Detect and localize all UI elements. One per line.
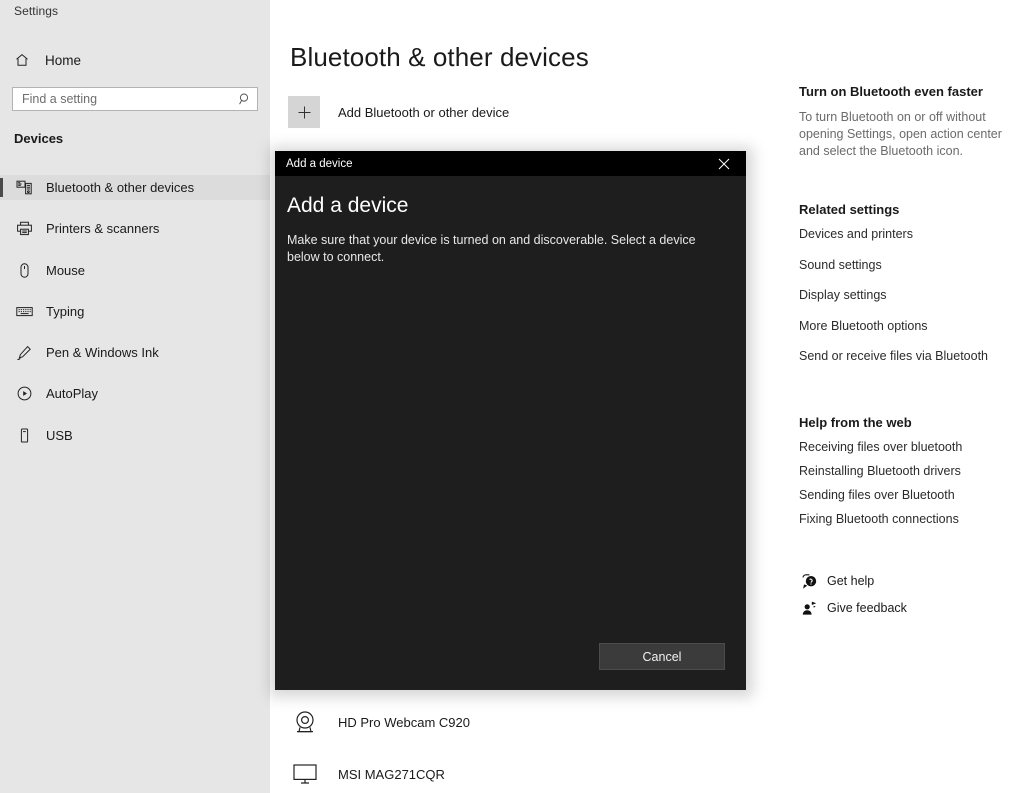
list-item[interactable]: MSI MAG271CQR (288, 752, 768, 793)
right-panel: Turn on Bluetooth even faster To turn Bl… (790, 0, 1024, 793)
search-icon (233, 92, 257, 106)
search-box[interactable] (12, 87, 258, 111)
plus-icon (288, 96, 320, 128)
dialog-heading: Add a device (287, 194, 409, 217)
device-list: HD Pro Webcam C920 MSI MAG271CQR (288, 700, 768, 793)
home-icon (14, 51, 36, 69)
help-link-reinstalling-drivers[interactable]: Reinstalling Bluetooth drivers (799, 464, 1024, 478)
keyboard-icon (14, 301, 34, 321)
sidebar-item-label: Printers & scanners (46, 221, 160, 237)
get-help-label: Get help (827, 574, 875, 588)
search-input[interactable] (13, 92, 233, 106)
sidebar-item-mouse[interactable]: Mouse (0, 258, 270, 283)
dialog-titlebar: Add a device (275, 151, 746, 176)
sidebar-item-label: Bluetooth & other devices (46, 180, 195, 195)
related-link-more-bluetooth-options[interactable]: More Bluetooth options (799, 319, 1024, 333)
related-link-display-settings[interactable]: Display settings (799, 288, 1024, 302)
sidebar-item-bluetooth-other-devices[interactable]: Bluetooth & other devices (0, 175, 270, 200)
device-name: MSI MAG271CQR (338, 766, 445, 782)
help-from-web-block: Help from the web Receiving files over b… (799, 415, 1024, 536)
sidebar-section-header: Devices (14, 131, 64, 146)
autoplay-icon (14, 384, 34, 404)
sidebar-item-printers-scanners[interactable]: Printers & scanners (0, 216, 270, 241)
sidebar-item-autoplay[interactable]: AutoPlay (0, 381, 270, 406)
related-settings-block: Related settings Devices and printers So… (799, 202, 1024, 380)
dialog-close-button[interactable] (702, 151, 746, 176)
sidebar-item-label: AutoPlay (46, 386, 99, 402)
related-settings-heading: Related settings (799, 202, 900, 217)
list-item[interactable]: HD Pro Webcam C920 (288, 700, 768, 744)
add-device-label: Add Bluetooth or other device (338, 104, 510, 120)
usb-icon (14, 425, 34, 445)
dialog-description: Make sure that your device is turned on … (287, 233, 696, 264)
bluetooth-tip-block: Turn on Bluetooth even faster To turn Bl… (799, 84, 1019, 159)
tip-body: To turn Bluetooth on or off without open… (799, 110, 1002, 158)
get-help-icon (799, 571, 819, 591)
give-feedback-button[interactable]: Give feedback (799, 595, 1024, 621)
help-link-sending-files[interactable]: Sending files over Bluetooth (799, 488, 1024, 502)
add-a-device-dialog: Add a device Add a device Make sure that… (275, 151, 746, 690)
tip-heading: Turn on Bluetooth even faster (799, 84, 983, 99)
help-heading: Help from the web (799, 415, 912, 430)
pen-icon (14, 343, 34, 363)
mouse-icon (14, 260, 34, 280)
related-link-sound-settings[interactable]: Sound settings (799, 258, 1024, 272)
dialog-titlebar-label: Add a device (286, 157, 353, 170)
give-feedback-label: Give feedback (827, 601, 907, 615)
add-bluetooth-or-other-device-button[interactable]: Add Bluetooth or other device (288, 96, 509, 128)
cancel-button[interactable]: Cancel (599, 643, 725, 670)
get-help-button[interactable]: Get help (799, 568, 1024, 594)
sidebar-item-usb[interactable]: USB (0, 423, 270, 448)
sidebar-item-label: Mouse (46, 262, 86, 278)
sidebar-item-typing[interactable]: Typing (0, 299, 270, 324)
help-link-fixing-connections[interactable]: Fixing Bluetooth connections (799, 512, 1024, 526)
printer-icon (14, 219, 34, 239)
related-link-devices-and-printers[interactable]: Devices and printers (799, 227, 1024, 241)
sidebar-item-label: Typing (46, 303, 85, 319)
footer-links-block: Get help Give feedback (799, 568, 1024, 622)
settings-window: Settings Home Devices (0, 0, 1024, 793)
page-title: Bluetooth & other devices (290, 42, 589, 72)
help-link-receiving-files[interactable]: Receiving files over bluetooth (799, 440, 1024, 454)
sidebar-item-pen-windows-ink[interactable]: Pen & Windows Ink (0, 340, 270, 365)
window-title: Settings (14, 4, 59, 18)
give-feedback-icon (799, 598, 819, 618)
device-name: HD Pro Webcam C920 (338, 714, 470, 730)
sidebar-nav: Bluetooth & other devices Printers & sca… (0, 175, 270, 464)
sidebar-item-label: Pen & Windows Ink (46, 345, 159, 361)
related-link-send-or-receive-files[interactable]: Send or receive files via Bluetooth (799, 349, 1024, 363)
monitor-icon (288, 757, 322, 791)
sidebar: Settings Home Devices (0, 0, 270, 793)
webcam-icon (288, 705, 322, 739)
sidebar-item-home[interactable]: Home (0, 46, 270, 74)
sidebar-home-label: Home (45, 52, 82, 68)
bluetooth-devices-icon (14, 178, 34, 198)
sidebar-item-label: USB (46, 427, 73, 443)
